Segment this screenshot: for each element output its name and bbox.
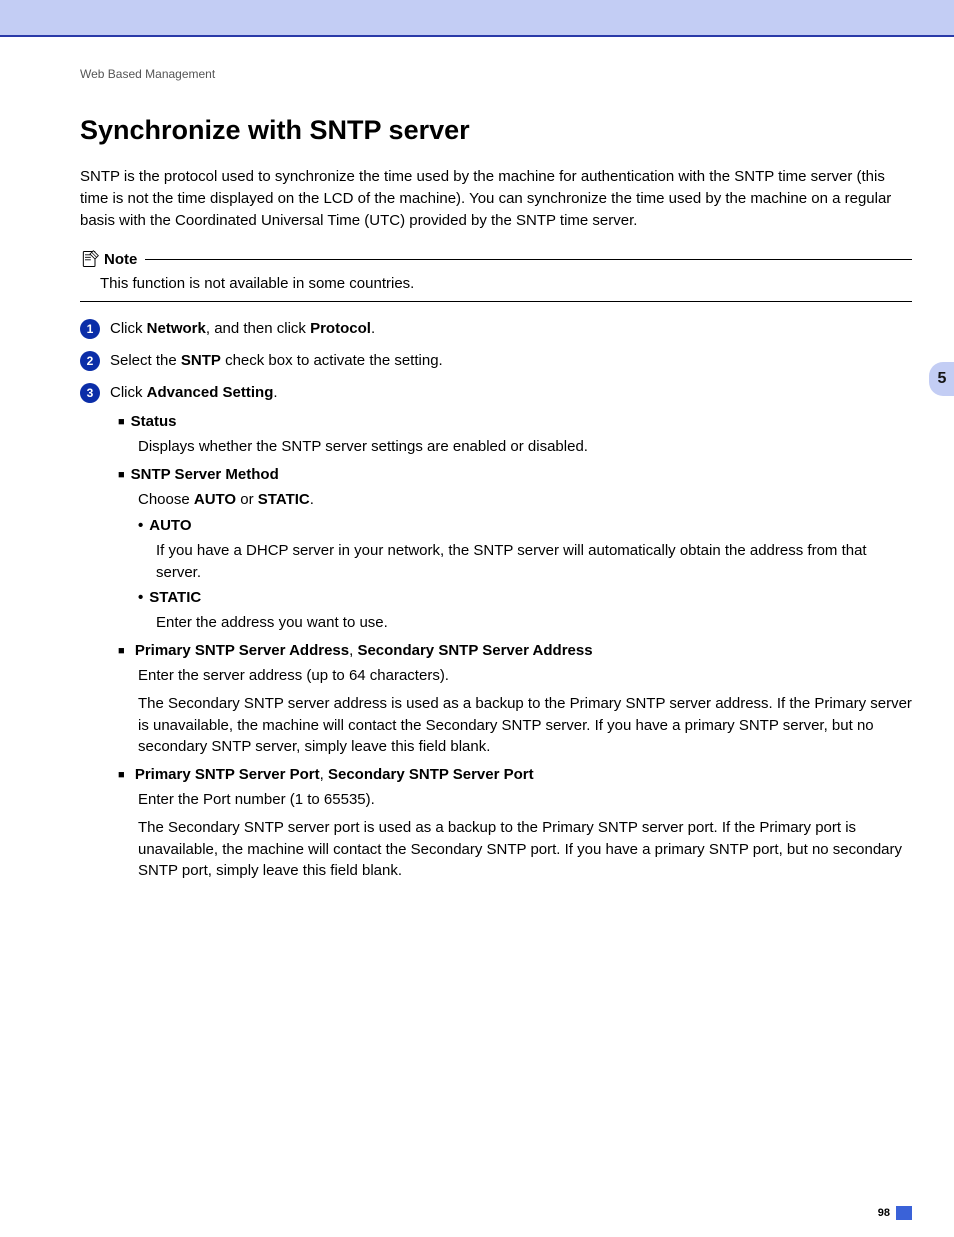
body-static: Enter the address you want to use. xyxy=(156,612,912,634)
text: . xyxy=(371,320,375,337)
heading-port: Primary SNTP Server Port, Secondary SNTP… xyxy=(118,766,912,783)
bold: Protocol xyxy=(310,320,371,337)
step-1-text: Click Network, and then click Protocol. xyxy=(110,318,375,340)
heading-address: Primary SNTP Server Address, Secondary S… xyxy=(118,642,912,659)
text: , and then click xyxy=(206,320,310,337)
step-bullet-2: 2 xyxy=(80,351,100,371)
text: Select the xyxy=(110,352,181,369)
note-icon xyxy=(80,249,100,269)
text: . xyxy=(273,384,277,401)
page-body: Web Based Management Synchronize with SN… xyxy=(0,37,954,1237)
item-status: Status Displays whether the SNTP server … xyxy=(118,413,912,458)
text: Click xyxy=(110,320,147,337)
step-bullet-3: 3 xyxy=(80,383,100,403)
step-2: 2 Select the SNTP check box to activate … xyxy=(80,350,912,372)
body-auto: If you have a DHCP server in your networ… xyxy=(156,540,912,584)
note-block: Note This function is not available in s… xyxy=(80,249,912,302)
item-method: SNTP Server Method Choose AUTO or STATIC… xyxy=(118,466,912,634)
page-title: Synchronize with SNTP server xyxy=(80,115,912,146)
heading-static: STATIC xyxy=(138,589,912,606)
page-number-marker xyxy=(896,1206,912,1220)
page-number: 98 xyxy=(878,1205,912,1221)
body-status: Displays whether the SNTP server setting… xyxy=(138,436,912,458)
heading-auto: AUTO xyxy=(138,517,912,534)
bold: SNTP xyxy=(181,352,221,369)
step-2-text: Select the SNTP check box to activate th… xyxy=(110,350,443,372)
note-body: This function is not available in some c… xyxy=(100,273,912,295)
step-1: 1 Click Network, and then click Protocol… xyxy=(80,318,912,340)
text: or xyxy=(236,491,258,508)
heading-status: Status xyxy=(118,413,912,430)
note-top-rule xyxy=(145,259,912,260)
heading-method: SNTP Server Method xyxy=(118,466,912,483)
item-port: Primary SNTP Server Port, Secondary SNTP… xyxy=(118,766,912,882)
bold: Primary SNTP Server Address xyxy=(135,642,349,659)
bold: Secondary SNTP Server Port xyxy=(328,766,534,783)
body-method: Choose AUTO or STATIC. xyxy=(138,489,912,511)
top-accent-bar xyxy=(0,0,954,37)
opt-static: STATIC Enter the address you want to use… xyxy=(138,589,912,634)
bold: Secondary SNTP Server Address xyxy=(357,642,592,659)
text: Choose xyxy=(138,491,194,508)
body-address-1: Enter the server address (up to 64 chara… xyxy=(138,665,912,687)
bold: AUTO xyxy=(194,491,236,508)
text: . xyxy=(310,491,314,508)
text: Click xyxy=(110,384,147,401)
running-header: Web Based Management xyxy=(80,67,912,81)
enumeration-block: Status Displays whether the SNTP server … xyxy=(118,413,912,882)
intro-paragraph: SNTP is the protocol used to synchronize… xyxy=(80,166,912,231)
step-3-text: Click Advanced Setting. xyxy=(110,382,278,404)
body-address-2: The Secondary SNTP server address is use… xyxy=(138,693,912,758)
body-port-2: The Secondary SNTP server port is used a… xyxy=(138,817,912,882)
body-port-1: Enter the Port number (1 to 65535). xyxy=(138,789,912,811)
bold: Network xyxy=(147,320,206,337)
bold: STATIC xyxy=(258,491,310,508)
note-label: Note xyxy=(104,251,137,268)
item-address: Primary SNTP Server Address, Secondary S… xyxy=(118,642,912,758)
opt-auto: AUTO If you have a DHCP server in your n… xyxy=(138,517,912,584)
note-bottom-rule xyxy=(80,301,912,302)
page-number-value: 98 xyxy=(878,1207,890,1219)
bold: Primary SNTP Server Port xyxy=(135,766,320,783)
note-header: Note xyxy=(80,249,912,269)
text: check box to activate the setting. xyxy=(221,352,443,369)
step-bullet-1: 1 xyxy=(80,319,100,339)
bold: Advanced Setting xyxy=(147,384,274,401)
chapter-tab: 5 xyxy=(929,362,954,396)
text: , xyxy=(320,766,328,783)
step-3: 3 Click Advanced Setting. xyxy=(80,382,912,404)
